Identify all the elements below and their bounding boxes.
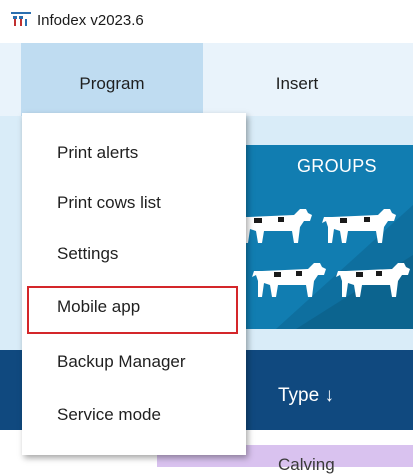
menu-item-label: Settings [57,244,119,263]
app-cow-icon [11,12,31,26]
menu-item-label: Backup Manager [57,352,186,371]
cow-icon [238,209,312,243]
calving-label: Calving [278,455,335,474]
tab-insert[interactable]: Insert [210,43,384,116]
menu-item-label: Print cows list [57,193,161,212]
ribbon-bar: Program Insert [0,43,413,116]
tab-program[interactable]: Program [21,43,203,116]
menu-item-backup-manager[interactable]: Backup Manager [22,339,246,389]
menu-item-settings[interactable]: Settings [22,231,246,281]
cow-icon [336,263,410,297]
menu-item-print-alerts[interactable]: Print alerts [22,130,246,180]
menu-item-service-mode[interactable]: Service mode [22,392,246,442]
menu-item-print-cows-list[interactable]: Print cows list [22,180,246,230]
menu-item-label: Print alerts [57,143,139,162]
window-title: Infodex v2023.6 [37,12,144,29]
program-menu: Print alerts Print cows list Settings Mo… [22,113,246,455]
type-column-header[interactable]: Type ↓ [278,385,334,407]
cow-icon [322,209,396,243]
mobile-app-highlight [27,286,238,334]
menu-item-label: Service mode [57,405,161,424]
groups-tile-label: GROUPS [297,156,377,176]
cow-icon [252,263,326,297]
title-bar: Infodex v2023.6 [0,0,413,43]
